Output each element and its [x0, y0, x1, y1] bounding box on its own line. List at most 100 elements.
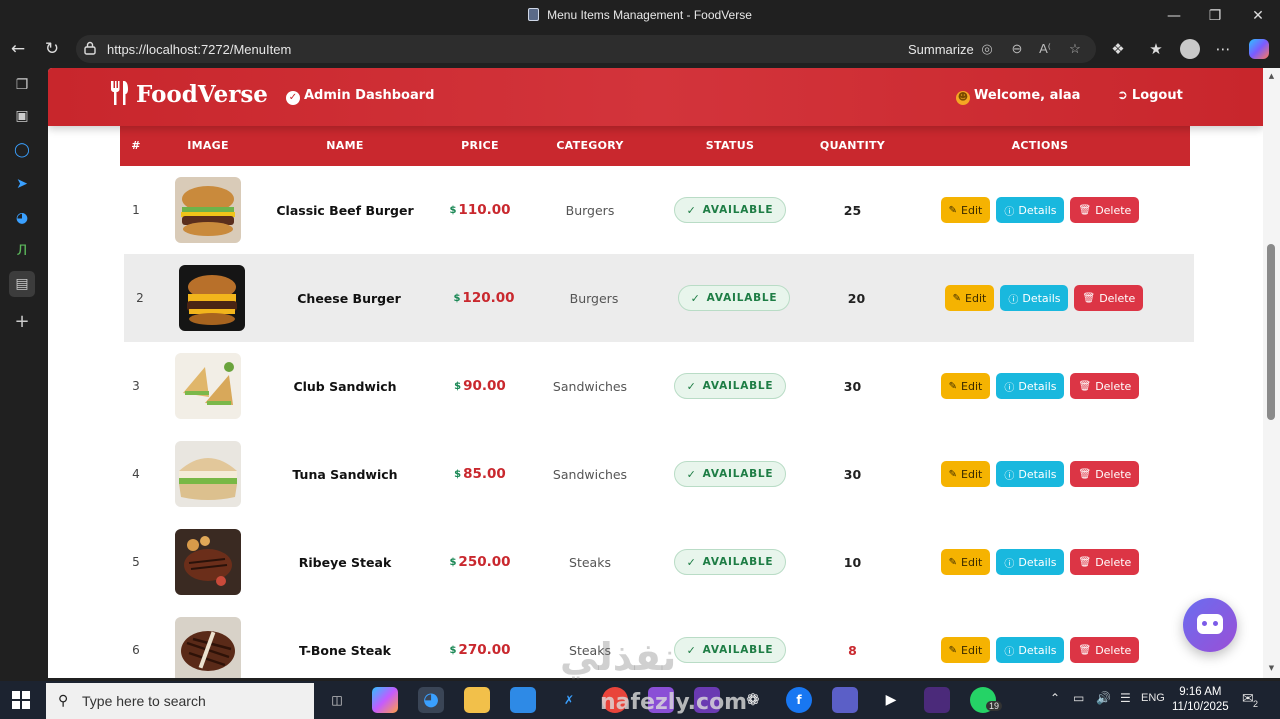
search-placeholder: Type here to search — [82, 693, 206, 709]
edit-icon: ✎ — [948, 204, 958, 216]
column-header-category: CATEGORY — [556, 139, 624, 152]
details-label: Details — [1018, 467, 1057, 481]
details-button[interactable]: ⓘ Details — [996, 197, 1065, 223]
edit-button[interactable]: ✎ Edit — [940, 549, 991, 575]
terminal-icon[interactable] — [924, 687, 950, 713]
store-icon[interactable] — [510, 687, 536, 713]
row-number: 3 — [132, 379, 140, 393]
copilot-icon[interactable] — [1249, 39, 1269, 59]
edit-label: Edit — [961, 203, 983, 217]
actions-cell: ✎ Edit ⓘ Details 🗑 Delete — [935, 166, 1145, 254]
facebook-icon[interactable]: f — [786, 687, 812, 713]
edit-button[interactable]: ✎ Edit — [940, 373, 991, 399]
address-bar[interactable]: https://localhost:7272/MenuItem Summariz… — [76, 35, 1096, 63]
file-explorer-icon[interactable] — [464, 687, 490, 713]
tab-edge-icon[interactable]: ◕ — [9, 205, 35, 231]
delete-button[interactable]: 🗑 Delete — [1070, 197, 1140, 223]
tab-send-icon[interactable]: ➤ — [9, 171, 35, 197]
delete-label: Delete — [1099, 291, 1136, 305]
edit-button[interactable]: ✎ Edit — [940, 637, 991, 663]
item-price: $250.00 — [435, 518, 525, 606]
edge-app-icon[interactable]: ◕ — [418, 687, 444, 713]
item-category: Sandwiches — [552, 378, 628, 394]
item-name: Club Sandwich — [293, 378, 397, 394]
back-button[interactable]: ← — [6, 38, 30, 60]
food-image — [175, 342, 241, 430]
column-header-image: IMAGE — [187, 139, 229, 152]
edit-button[interactable]: ✎ Edit — [940, 461, 991, 487]
brand-name: FoodVerse — [136, 81, 268, 108]
refresh-button[interactable]: ↻ — [40, 38, 64, 60]
tab-current-page-icon[interactable]: ▤ — [9, 271, 35, 297]
item-quantity: 30 — [843, 466, 862, 482]
extensions-icon[interactable]: ❖ — [1107, 38, 1129, 60]
delete-button[interactable]: 🗑 Delete — [1070, 373, 1140, 399]
tray-chevron-icon[interactable]: ⌃ — [1050, 691, 1060, 705]
vscode-icon[interactable]: ✗ — [556, 687, 582, 713]
copilot-app-icon[interactable] — [372, 687, 398, 713]
delete-label: Delete — [1095, 467, 1132, 481]
item-price: $110.00 — [435, 166, 525, 254]
favorites-icon[interactable]: ★ — [1145, 38, 1167, 60]
admin-dashboard-link[interactable]: ✓ Admin Dashboard — [286, 88, 434, 105]
actions-cell: ✎ Edit ⓘ Details 🗑 Delete — [939, 254, 1149, 342]
favorite-star-icon[interactable]: ☆ — [1066, 40, 1084, 58]
item-name: Classic Beef Burger — [276, 202, 414, 218]
scroll-up-arrow-icon[interactable]: ▲ — [1267, 72, 1276, 80]
tab-circle-icon[interactable]: ◯ — [9, 137, 35, 163]
welcome-user[interactable]: ☻ Welcome, alaa — [956, 88, 1080, 105]
details-button[interactable]: ⓘ Details — [996, 373, 1065, 399]
copilot-summarize-icon[interactable]: ◎ — [978, 40, 996, 58]
read-aloud-icon[interactable]: A⁽ — [1036, 40, 1054, 58]
task-view-icon[interactable]: ◫ — [324, 687, 350, 713]
taskbar-clock[interactable]: 9:16 AM 11/10/2025 — [1172, 685, 1229, 715]
info-icon: ⓘ — [1004, 382, 1015, 394]
new-tab-icon[interactable]: + — [9, 309, 35, 335]
media-player-icon[interactable]: ▶ — [878, 687, 904, 713]
wifi-icon[interactable]: ☰ — [1120, 691, 1131, 705]
scroll-down-arrow-icon[interactable]: ▼ — [1267, 664, 1276, 672]
page-scrollbar[interactable]: ▲ ▼ — [1263, 68, 1280, 678]
details-button[interactable]: ⓘ Details — [996, 637, 1065, 663]
delete-button[interactable]: 🗑 Delete — [1070, 637, 1140, 663]
details-button[interactable]: ⓘ Details — [996, 549, 1065, 575]
delete-button[interactable]: 🗑 Delete — [1074, 285, 1144, 311]
price-value: 120.00 — [462, 290, 515, 306]
volume-icon[interactable]: 🔊 — [1096, 691, 1111, 705]
status-badge: ✓ AVAILABLE — [673, 197, 787, 223]
tab-actions-icon[interactable]: ❐ — [9, 72, 35, 98]
maximize-button[interactable]: ❐ — [1205, 6, 1225, 26]
delete-button[interactable]: 🗑 Delete — [1070, 549, 1140, 575]
chatbot-button[interactable] — [1183, 598, 1237, 652]
edit-button[interactable]: ✎ Edit — [944, 285, 995, 311]
logout-label: Logout — [1131, 88, 1183, 103]
windows-start-icon[interactable] — [12, 691, 30, 709]
tab-collections-icon[interactable]: ▣ — [9, 103, 35, 129]
actions-cell: ✎ Edit ⓘ Details 🗑 Delete — [935, 518, 1145, 606]
battery-icon[interactable]: ▭ — [1073, 691, 1084, 705]
browser-vertical-tabs: ❐ ▣ ◯ ➤ ◕ Л ▤ + — [0, 66, 46, 681]
details-button[interactable]: ⓘ Details — [1000, 285, 1069, 311]
details-button[interactable]: ⓘ Details — [996, 461, 1065, 487]
close-button[interactable]: ✕ — [1248, 6, 1268, 26]
zoom-icon[interactable]: ⊖ — [1008, 40, 1026, 58]
delete-label: Delete — [1095, 203, 1132, 217]
more-menu-icon[interactable]: ⋯ — [1212, 38, 1234, 60]
minimize-button[interactable]: — — [1164, 6, 1184, 26]
edit-button[interactable]: ✎ Edit — [940, 197, 991, 223]
lock-icon — [84, 41, 96, 55]
scrollbar-thumb[interactable] — [1267, 244, 1275, 420]
profile-avatar[interactable] — [1180, 39, 1200, 59]
trash-icon: 🗑 — [1078, 204, 1092, 216]
language-indicator[interactable]: ENG — [1141, 692, 1165, 704]
delete-button[interactable]: 🗑 Delete — [1070, 461, 1140, 487]
burger-image — [175, 177, 241, 243]
summarize-button[interactable]: Summarize — [908, 42, 974, 57]
brand-logo[interactable]: FoodVerse — [108, 80, 268, 108]
edit-icon: ✎ — [948, 468, 958, 480]
logout-link[interactable]: ➲ Logout — [1117, 88, 1183, 103]
tab-green-icon[interactable]: Л — [9, 238, 35, 264]
taskbar-search-box[interactable]: ⚲ Type here to search — [46, 683, 314, 719]
notification-icon[interactable]: ✉ — [1242, 690, 1254, 707]
teams-icon[interactable] — [832, 687, 858, 713]
